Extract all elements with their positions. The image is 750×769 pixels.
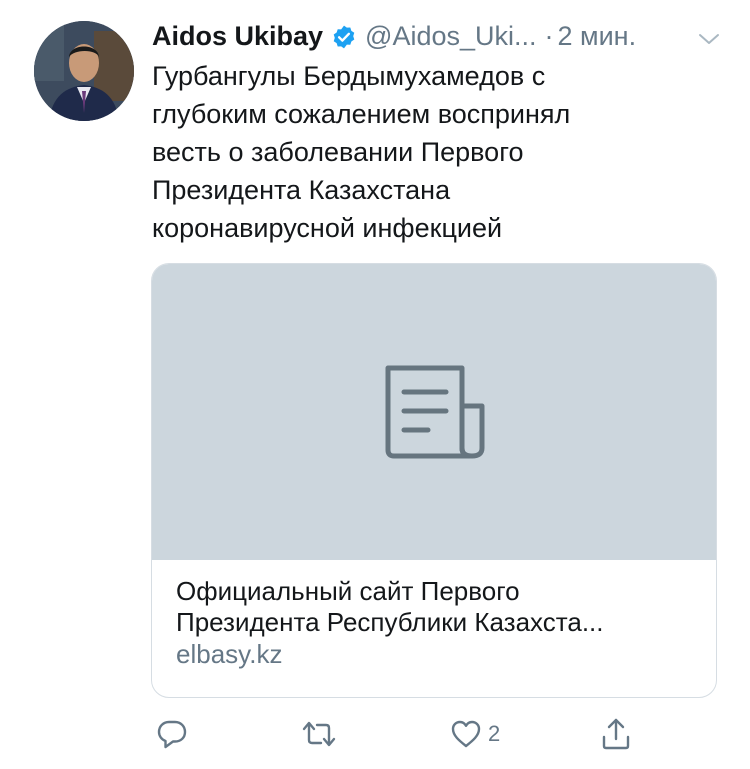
retweet-icon bbox=[301, 718, 337, 750]
avatar[interactable] bbox=[34, 21, 134, 121]
separator-dot: · bbox=[544, 21, 554, 51]
tweet-text-line: коронавирусной инфекцией bbox=[152, 213, 503, 243]
avatar-image bbox=[34, 21, 134, 121]
card-body: Официальный сайт Первого Президента Респ… bbox=[176, 576, 696, 670]
reply-icon bbox=[156, 718, 188, 750]
handle[interactable]: @Aidos_Uki... bbox=[365, 18, 536, 54]
retweet-button[interactable] bbox=[301, 712, 337, 756]
tweet-text-line: глубоким сожалением воспринял bbox=[152, 99, 571, 129]
document-icon bbox=[380, 362, 490, 462]
card-title-line: Президента Республики Казахста... bbox=[176, 607, 604, 637]
link-card[interactable]: Официальный сайт Первого Президента Респ… bbox=[151, 263, 717, 698]
chevron-down-icon[interactable] bbox=[696, 24, 722, 48]
heart-icon bbox=[450, 718, 482, 750]
like-button[interactable]: 2 bbox=[450, 712, 500, 756]
share-button[interactable] bbox=[600, 712, 632, 756]
verified-badge-icon bbox=[331, 23, 357, 49]
timestamp[interactable]: 2 мин. bbox=[558, 18, 637, 54]
card-domain: elbasy.kz bbox=[176, 639, 283, 669]
tweet-actions: 2 bbox=[152, 712, 632, 756]
display-name[interactable]: Aidos Ukibay bbox=[152, 18, 323, 54]
card-title-line: Официальный сайт Первого bbox=[176, 576, 520, 606]
tweet-text: Гурбангулы Бердымухамедов с глубоким сож… bbox=[152, 57, 712, 247]
tweet-header: Aidos Ukibay @Aidos_Uki... · 2 мин. bbox=[152, 18, 722, 54]
share-icon bbox=[600, 717, 632, 751]
like-count: 2 bbox=[488, 721, 501, 746]
reply-button[interactable] bbox=[156, 712, 188, 756]
tweet-text-line: Гурбангулы Бердымухамедов с bbox=[152, 61, 546, 91]
card-media bbox=[152, 264, 716, 560]
tweet-text-line: весть о заболевании Первого bbox=[152, 137, 524, 167]
tweet-text-line: Президента Казахстана bbox=[152, 175, 451, 205]
